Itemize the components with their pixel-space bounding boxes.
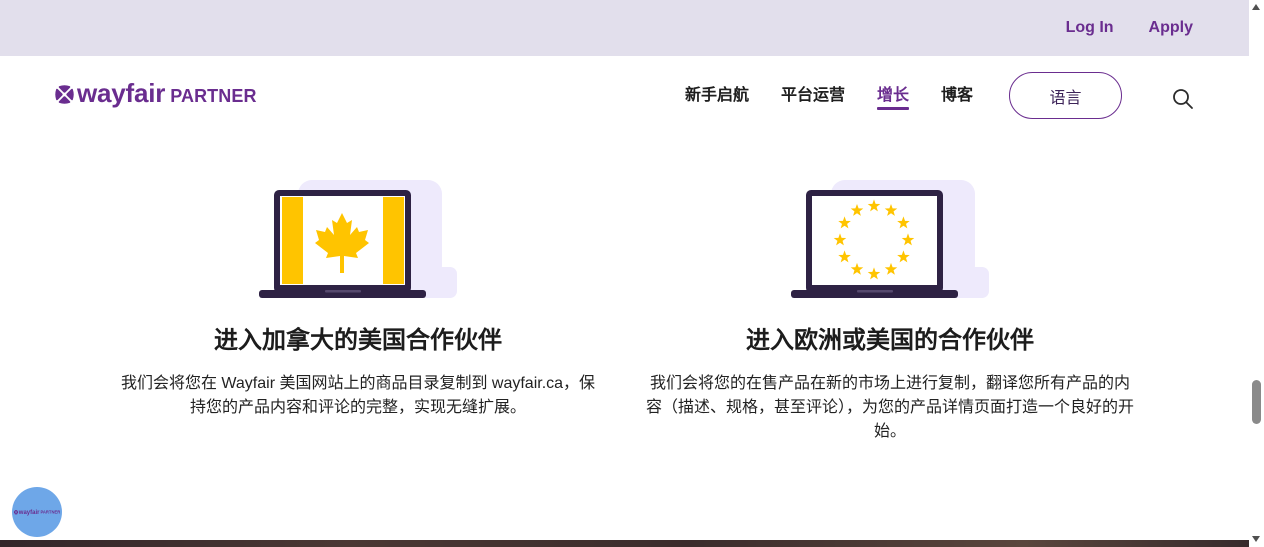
browser-viewport: Log In Apply wayfair PARTNER 新手启航 平台运营 增… <box>0 0 1264 547</box>
widget-logo-suffix: PARTNER <box>40 509 61 515</box>
nav-link-growth[interactable]: 增长 <box>877 86 910 110</box>
scrollbar-thumb[interactable] <box>1252 380 1261 424</box>
feature-title: 进入欧洲或美国的合作伙伴 <box>746 327 1034 354</box>
apply-link[interactable]: Apply <box>1149 18 1193 38</box>
widget-logo: wayfair PARTNER <box>13 508 61 516</box>
feature-card-europe: 进入欧洲或美国的合作伙伴 我们会将您的在售产品在新的市场上进行复制，翻译您所有产… <box>624 140 1156 444</box>
scroll-down-arrow[interactable] <box>1252 536 1260 542</box>
canada-flag-laptop-icon <box>259 180 457 298</box>
logo-petal <box>13 510 16 514</box>
vertical-scrollbar[interactable] <box>1249 0 1264 547</box>
next-section-image-edge <box>0 540 1249 547</box>
wayfair-logo-icon <box>13 509 19 515</box>
logo-text: wayfair PARTNER <box>77 77 257 112</box>
logo-wordmark: wayfair <box>77 77 166 108</box>
feature-description: 我们会将您在 Wayfair 美国网站上的商品目录复制到 wayfair.ca，… <box>120 375 596 416</box>
utility-links: Log In Apply <box>1066 0 1193 56</box>
utility-bar: Log In Apply <box>0 0 1249 56</box>
search-icon <box>1173 89 1193 109</box>
floating-partner-widget[interactable]: wayfair PARTNER <box>12 487 62 537</box>
flag-band-left <box>282 197 303 284</box>
log-in-link[interactable]: Log In <box>1066 18 1114 38</box>
logo-petal <box>58 84 71 93</box>
eu-flag-laptop-icon <box>791 180 989 298</box>
logo-petal <box>14 509 18 512</box>
logo-petal <box>55 88 63 100</box>
logo-petal <box>14 512 18 515</box>
laptop-base-notch <box>325 290 361 293</box>
primary-nav: 新手启航 平台运营 增长 博客 <box>685 56 973 136</box>
feature-section: 进入加拿大的美国合作伙伴 我们会将您在 Wayfair 美国网站上的商品目录复制… <box>92 140 1156 444</box>
logo-suffix: PARTNER <box>170 85 257 106</box>
wayfair-partner-logo[interactable]: wayfair PARTNER <box>55 78 257 110</box>
nav-link-blog[interactable]: 博客 <box>941 86 973 106</box>
feature-description: 我们会将您的在售产品在新的市场上进行复制，翻译您所有产品的内容（描述、规格，甚至… <box>645 375 1134 440</box>
logo-petal <box>58 95 71 104</box>
nav-link-platform-operations[interactable]: 平台运营 <box>781 86 845 106</box>
main-header: wayfair PARTNER 新手启航 平台运营 增长 博客 语言 <box>0 56 1249 140</box>
logo-petal <box>66 88 74 100</box>
language-button[interactable]: 语言 <box>1009 72 1122 119</box>
flag-band-right <box>383 197 404 284</box>
scroll-up-arrow[interactable] <box>1252 4 1260 10</box>
widget-logo-wordmark: wayfair <box>18 508 40 516</box>
wayfair-logo-icon <box>55 84 74 104</box>
feature-card-canada: 进入加拿大的美国合作伙伴 我们会将您在 Wayfair 美国网站上的商品目录复制… <box>92 140 624 444</box>
laptop-base-notch <box>857 290 893 293</box>
feature-title: 进入加拿大的美国合作伙伴 <box>214 327 502 354</box>
search-icon-handle <box>1185 101 1193 109</box>
search-button[interactable] <box>1172 88 1194 110</box>
nav-link-getting-started[interactable]: 新手启航 <box>685 86 749 106</box>
page: Log In Apply wayfair PARTNER 新手启航 平台运营 增… <box>0 0 1249 547</box>
